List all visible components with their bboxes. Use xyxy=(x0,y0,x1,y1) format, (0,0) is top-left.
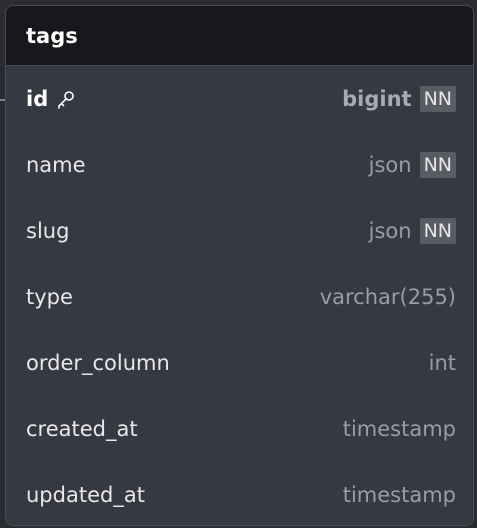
column-type-group: timestamp xyxy=(343,417,456,441)
column-name-text: id xyxy=(26,87,49,111)
table-card-tags[interactable]: tags id bigint NN name json NN slug json xyxy=(5,5,474,526)
column-type-group: json NN xyxy=(369,218,456,244)
column-type-group: int xyxy=(429,351,456,375)
column-type: timestamp xyxy=(342,483,456,507)
column-type-group: timestamp xyxy=(343,483,456,507)
table-header[interactable]: tags xyxy=(6,6,473,66)
column-row-order-column[interactable]: order_column int xyxy=(6,330,473,396)
column-name: updated_at xyxy=(26,483,145,507)
column-name: id xyxy=(26,87,76,111)
column-row-slug[interactable]: slug json NN xyxy=(6,198,473,264)
column-name: type xyxy=(26,285,73,309)
column-name: created_at xyxy=(26,417,138,441)
column-row-name[interactable]: name json NN xyxy=(6,132,473,198)
column-type: timestamp xyxy=(342,417,456,441)
column-type: json xyxy=(368,219,412,243)
table-title: tags xyxy=(26,23,78,48)
not-null-badge: NN xyxy=(419,152,456,178)
column-row-created-at[interactable]: created_at timestamp xyxy=(6,396,473,462)
column-type: int xyxy=(428,351,456,375)
column-type: varchar(255) xyxy=(319,285,456,309)
column-name: name xyxy=(26,153,86,177)
not-null-badge: NN xyxy=(419,218,456,244)
column-row-updated-at[interactable]: updated_at timestamp xyxy=(6,462,473,525)
column-type-group: json NN xyxy=(369,152,456,178)
not-null-badge: NN xyxy=(419,86,456,112)
column-type-group: bigint NN xyxy=(342,86,456,112)
key-icon xyxy=(56,89,76,109)
column-type: json xyxy=(368,153,412,177)
column-type-group: varchar(255) xyxy=(320,285,456,309)
column-name: slug xyxy=(26,219,70,243)
column-row-type[interactable]: type varchar(255) xyxy=(6,264,473,330)
column-name: order_column xyxy=(26,351,170,375)
column-type: bigint xyxy=(342,87,412,111)
column-row-id[interactable]: id bigint NN xyxy=(6,66,473,132)
